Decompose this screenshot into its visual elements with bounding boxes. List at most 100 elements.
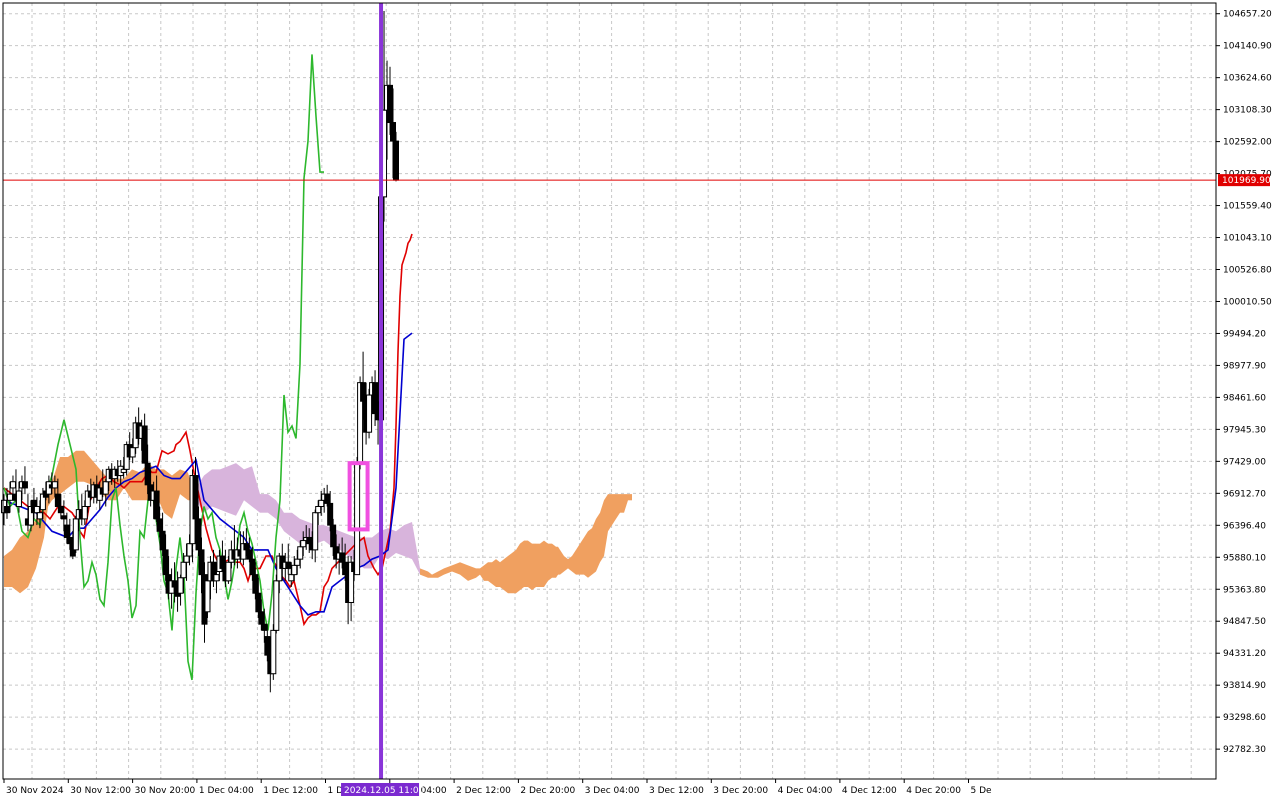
cloud-segment — [588, 528, 592, 578]
candle-body — [57, 506, 64, 514]
candle-body — [360, 382, 367, 402]
y-tick-label: 99494.20 — [1223, 329, 1266, 339]
cloud-segment — [244, 466, 252, 507]
y-tick-label: 96912.70 — [1223, 489, 1266, 499]
cloud-segment — [528, 540, 532, 591]
candle-body — [294, 558, 301, 566]
y-tick-label: 93814.90 — [1223, 681, 1266, 691]
cloud-segment — [228, 463, 236, 516]
candle-body — [15, 490, 22, 508]
y-tick-label: 98461.60 — [1223, 393, 1266, 403]
cloud-segment — [592, 518, 596, 575]
candle-body — [21, 481, 28, 489]
time-label: 2024.12.05 11:00 — [341, 783, 425, 796]
cloud-segment — [558, 546, 560, 575]
candle — [366, 388, 373, 439]
cloud-segment — [508, 552, 512, 594]
y-tick-label: 104140.90 — [1223, 42, 1272, 52]
cloud-segment — [536, 543, 540, 588]
cloud-segment — [540, 540, 544, 588]
y-tick-label: 94847.50 — [1223, 617, 1266, 627]
candle — [270, 624, 277, 680]
candle-body — [258, 611, 265, 625]
candle-body — [195, 518, 202, 551]
cloud-segment — [496, 559, 500, 588]
candle-body — [54, 493, 61, 508]
cloud-segment — [492, 559, 496, 588]
cloud-segment — [608, 494, 612, 532]
cloud-segment — [580, 537, 584, 575]
x-tick-label: 3 Dec 12:00 — [649, 786, 704, 796]
candle-body — [366, 394, 373, 433]
candle-body — [285, 561, 292, 569]
candle-body — [270, 629, 277, 675]
candle-body — [342, 561, 349, 576]
candle-body — [330, 524, 337, 548]
y-tick-label: 101559.40 — [1223, 202, 1272, 212]
candle-body — [162, 549, 169, 576]
candle — [354, 456, 361, 576]
y-tick-label: 94331.20 — [1223, 649, 1266, 659]
y-tick-label: 92782.30 — [1223, 745, 1266, 755]
candle-body — [186, 543, 193, 557]
y-tick-label: 97429.00 — [1223, 457, 1266, 467]
y-tick-label: 102592.00 — [1223, 138, 1272, 148]
candle-body — [219, 555, 226, 569]
y-tick-label: 95880.10 — [1223, 553, 1266, 563]
x-tick-label: 30 Nov 12:00 — [70, 786, 131, 796]
candle-body — [51, 481, 58, 489]
candle-body — [60, 515, 67, 520]
candle-body — [192, 475, 199, 520]
candle-body — [153, 490, 160, 520]
y-tick-label: 97945.30 — [1223, 425, 1266, 435]
candle-body — [144, 462, 151, 486]
candle-body — [81, 506, 88, 520]
candle-body — [246, 549, 253, 560]
candle — [72, 515, 79, 553]
cloud-segment — [500, 559, 504, 591]
x-tick-label: 4 Dec 04:00 — [778, 786, 833, 796]
candle-body — [102, 481, 109, 495]
cloud-segment — [532, 543, 536, 591]
cloud-segment — [628, 494, 632, 501]
x-tick-label: 30 Nov 2024 — [6, 786, 64, 796]
candle-body — [198, 549, 205, 576]
candle-body — [312, 512, 319, 551]
chart-svg[interactable]: 104657.20 104140.90 103624.60 103108.30 1025… — [0, 0, 1280, 800]
candle-body — [141, 425, 148, 464]
ichimoku-chart[interactable]: 104657.20 104140.90 103624.60 103108.30 1025… — [0, 0, 1280, 800]
y-tick-label: 93298.60 — [1223, 713, 1266, 723]
cloud-segment — [68, 450, 76, 488]
cloud-segment — [548, 543, 552, 581]
candle-body — [213, 574, 220, 582]
candle-body — [300, 540, 307, 548]
y-tick-label: 95363.80 — [1223, 585, 1266, 595]
candle-body — [255, 592, 262, 613]
candle-body — [159, 530, 166, 551]
candle — [273, 574, 280, 634]
y-tick-label: 101043.10 — [1223, 234, 1272, 244]
candle-body — [252, 574, 259, 594]
y-tick-label: 104657.20 — [1223, 10, 1272, 20]
cloud-segment — [584, 531, 588, 578]
candle-body — [261, 623, 268, 631]
cloud-segment — [260, 494, 268, 513]
candle-body — [66, 536, 73, 545]
candle-body — [225, 561, 232, 582]
cloud-segment — [4, 549, 12, 588]
candle-body — [315, 506, 322, 514]
time-label-text: 2024.12.05 11:00 — [344, 786, 425, 796]
current-price-value: 101969.90 — [1222, 176, 1271, 186]
cloud-segment — [212, 469, 220, 510]
candle-body — [372, 382, 379, 415]
x-tick-label: 2 Dec 20:00 — [520, 786, 575, 796]
y-tick-label: 100010.50 — [1223, 297, 1272, 307]
cloud-segment — [524, 540, 528, 588]
cloud-segment — [484, 562, 488, 581]
cloud-segment — [520, 540, 524, 591]
y-tick-label: 96396.40 — [1223, 521, 1266, 531]
candle-body — [288, 574, 295, 582]
candle-body — [6, 493, 13, 501]
cloud-segment — [544, 540, 548, 588]
candle-body — [297, 546, 304, 560]
